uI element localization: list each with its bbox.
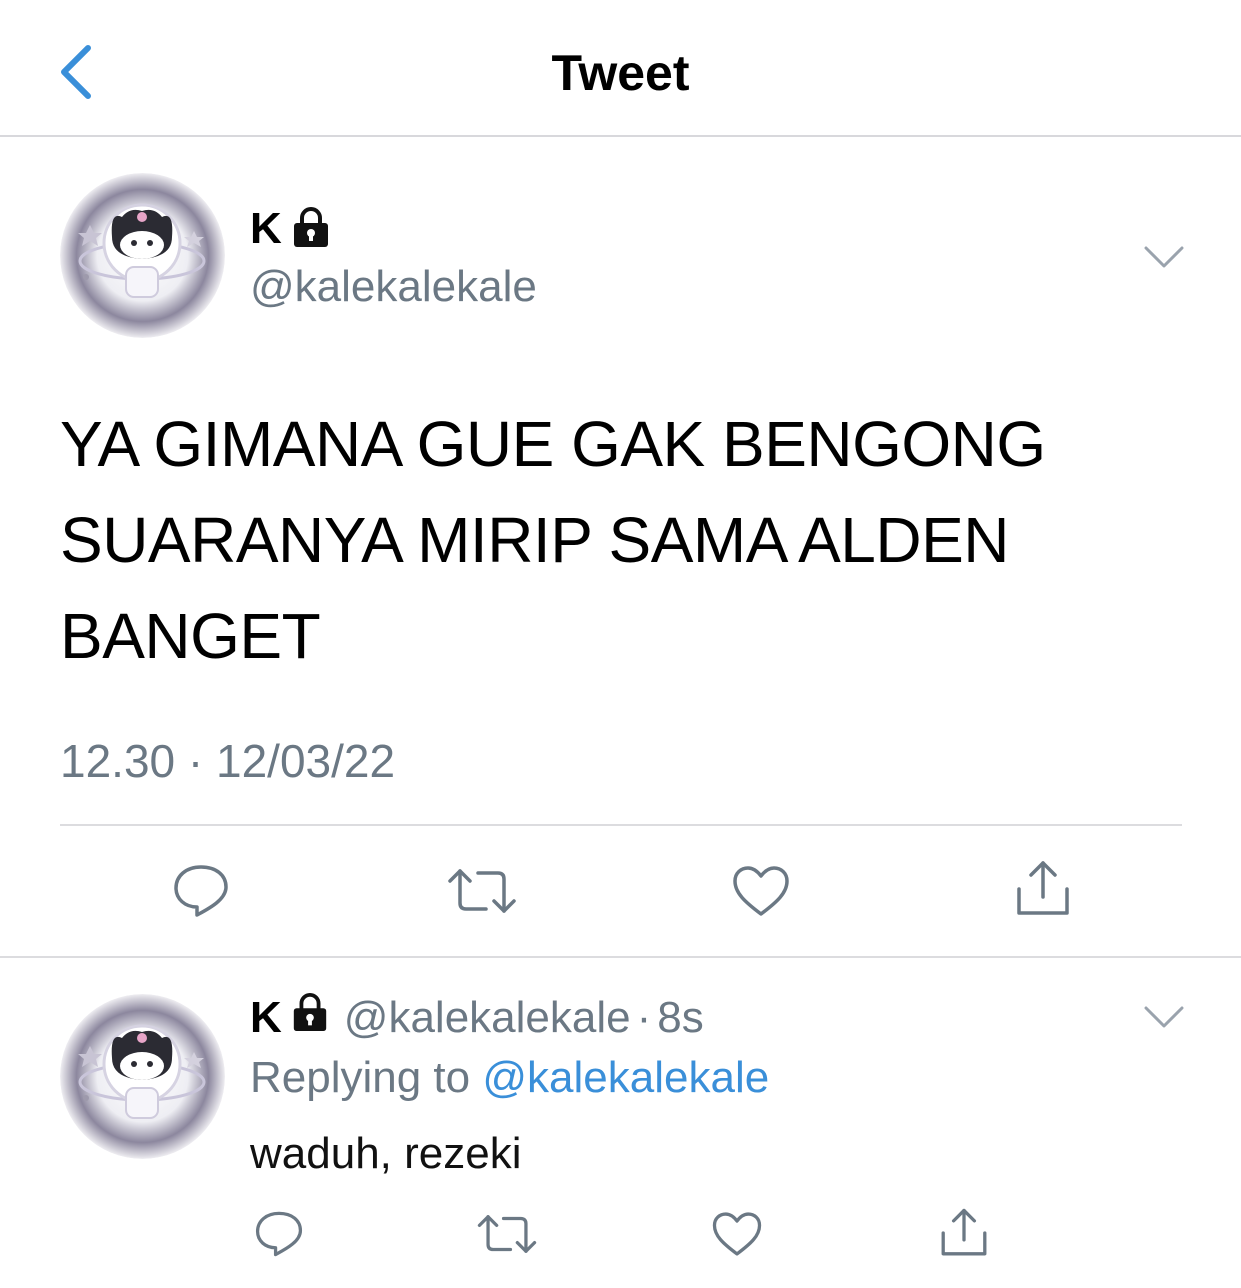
reply-icon: [174, 865, 228, 917]
handle[interactable]: @kalekalekale: [250, 261, 537, 313]
chevron-down-icon[interactable]: [1142, 242, 1186, 272]
heart-icon: [712, 1212, 762, 1256]
divider: [0, 956, 1241, 958]
display-name[interactable]: K: [250, 993, 282, 1043]
reply-time: 8s: [657, 993, 704, 1042]
lock-icon: [290, 992, 330, 1044]
share-button[interactable]: [934, 1204, 994, 1262]
replying-to-mention[interactable]: @kalekalekale: [482, 1053, 769, 1102]
tweet-time: 12.30: [60, 735, 176, 787]
reply-button[interactable]: [250, 1206, 308, 1262]
divider: [60, 824, 1182, 826]
meta-separator: ·: [636, 993, 652, 1042]
heart-icon: [733, 866, 789, 916]
reply-author-row: K @kalekalekale · 8s: [250, 992, 704, 1044]
reply-text: waduh, rezeki: [250, 1129, 522, 1178]
replying-to: Replying to @kalekalekale: [250, 1052, 769, 1104]
timestamp-separator: ·: [187, 735, 204, 787]
lock-icon: [290, 206, 332, 253]
retweet-icon: [477, 1215, 537, 1253]
share-button[interactable]: [1008, 856, 1078, 922]
avatar[interactable]: [60, 994, 225, 1159]
retweet-button[interactable]: [474, 1208, 540, 1260]
like-button[interactable]: [728, 860, 794, 922]
tweet-date: 12/03/22: [216, 735, 396, 787]
author-row: K: [250, 204, 332, 254]
handle[interactable]: @kalekalekale: [344, 992, 631, 1044]
share-icon: [941, 1208, 987, 1256]
reply-button[interactable]: [166, 858, 236, 924]
replying-to-label: Replying to: [250, 1053, 471, 1102]
tweet-text: YA GIMANA GUE GAK BENGONG SUARANYA MIRIP…: [60, 408, 1046, 672]
avatar[interactable]: [60, 173, 225, 338]
retweet-button[interactable]: [444, 860, 520, 922]
navigation-bar: Tweet: [0, 0, 1241, 137]
chevron-down-icon[interactable]: [1142, 1002, 1186, 1032]
tweet-timestamp: 12.30 · 12/03/22: [60, 733, 395, 789]
reply-icon: [255, 1211, 303, 1257]
like-button[interactable]: [708, 1208, 766, 1260]
page-title: Tweet: [551, 45, 690, 101]
retweet-icon: [448, 869, 516, 913]
share-icon: [1017, 861, 1069, 915]
display-name[interactable]: K: [250, 204, 282, 254]
